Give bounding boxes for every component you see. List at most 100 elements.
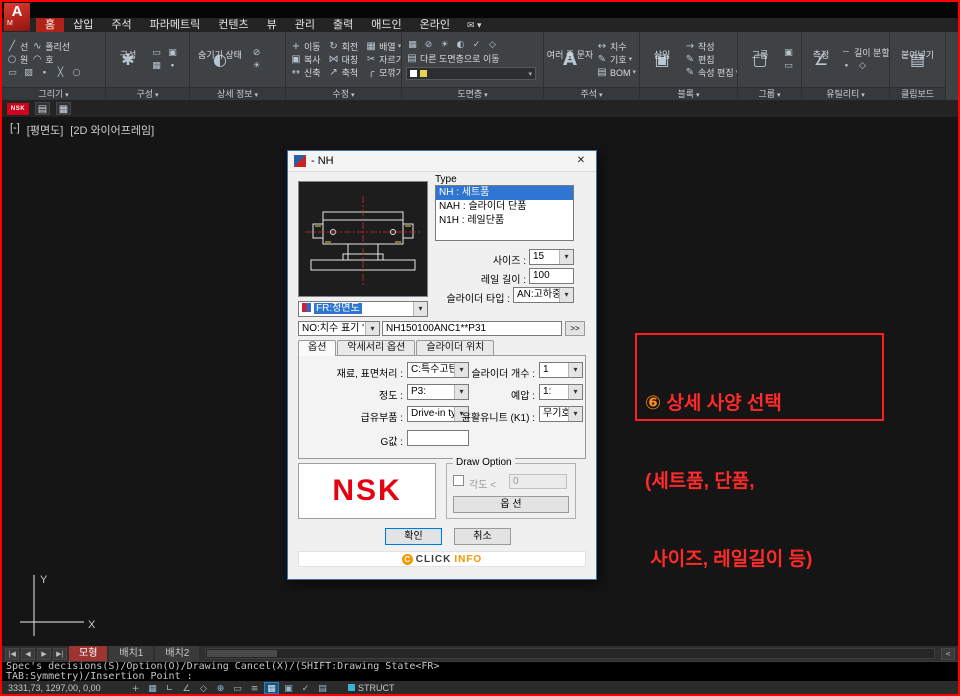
move-to-layer-tool[interactable]: 다른 도면층으로 이동: [406, 53, 500, 65]
compose-mini3-icon[interactable]: [150, 60, 163, 72]
arc-tool[interactable]: 호: [31, 54, 53, 66]
tab-annotate[interactable]: 주석: [102, 18, 140, 32]
snap-icon[interactable]: [145, 682, 160, 694]
hide-state-tool[interactable]: 숨기기 상태: [194, 50, 246, 69]
drawing-area[interactable]: [-] [평면도] [2D 와이어프레임] Y X ⑥ 상세 사양 선택 (세트…: [2, 117, 958, 646]
compose-mini4-icon[interactable]: [166, 60, 179, 72]
layout2-tab[interactable]: 배치2: [155, 646, 199, 661]
ortho-icon[interactable]: [162, 682, 177, 694]
list-icon[interactable]: [35, 102, 50, 115]
compose-mini1-icon[interactable]: [150, 47, 163, 59]
symbol-tool[interactable]: 기호: [596, 54, 636, 66]
tab-slider-position[interactable]: 슬라이더 위치: [416, 340, 494, 355]
layer-on-icon[interactable]: [438, 39, 451, 51]
xline-icon[interactable]: [54, 67, 67, 79]
layout1-tab[interactable]: 배치1: [109, 646, 153, 661]
grid-display-icon[interactable]: [264, 682, 279, 694]
ellipse-icon[interactable]: [70, 67, 83, 79]
tab-accessory[interactable]: 악세서리 옵션: [337, 340, 415, 355]
copy-tool[interactable]: 복사: [290, 54, 321, 66]
tab-parametric[interactable]: 파라메트릭: [141, 18, 210, 32]
dim-notation-select[interactable]: NO:치수 표기 ': [298, 321, 380, 336]
block-create-tool[interactable]: 작성: [684, 41, 737, 53]
detail-mini2-icon[interactable]: [250, 60, 263, 72]
autocad-mechanical-logo[interactable]: A M: [4, 3, 30, 31]
layer-props-icon[interactable]: [406, 39, 419, 51]
cancel-button[interactable]: 취소: [454, 528, 511, 545]
first-tab-icon[interactable]: |◀: [5, 648, 19, 660]
compose-tool[interactable]: 구성: [110, 50, 146, 69]
nsk-plugin-icon[interactable]: NSK: [7, 103, 29, 115]
lineweight-icon[interactable]: [247, 682, 262, 694]
scale-tool[interactable]: 축척: [328, 67, 359, 79]
selection-cycling-icon[interactable]: [298, 682, 313, 694]
viewport-menu-control[interactable]: [-]: [10, 122, 20, 138]
tab-output[interactable]: 출력: [324, 18, 362, 32]
viewport-style-control[interactable]: [2D 와이어프레임]: [70, 122, 154, 138]
panel-label-modify[interactable]: 수정: [286, 87, 401, 100]
panel-label-compose[interactable]: 구성: [106, 87, 189, 100]
g-value-input[interactable]: [407, 430, 469, 446]
otrack-icon[interactable]: [213, 682, 228, 694]
collapse-icon[interactable]: [941, 648, 955, 660]
detail-mini1-icon[interactable]: [250, 47, 263, 59]
panel-label-group[interactable]: 그룹: [738, 87, 801, 100]
current-layer-chip[interactable]: STRUCT: [348, 683, 395, 693]
panel-label-utility[interactable]: 유틸리티: [802, 87, 889, 100]
utility-mini2-icon[interactable]: [856, 60, 869, 72]
slider-type-select[interactable]: AN:고하중: [513, 287, 574, 303]
line-tool[interactable]: 선: [6, 41, 28, 53]
utility-mini1-icon[interactable]: [840, 60, 853, 72]
array-tool[interactable]: 배열: [365, 41, 401, 53]
panel-label-draw[interactable]: 그리기: [2, 87, 105, 100]
group-mini1-icon[interactable]: [782, 47, 795, 59]
slider-count-select[interactable]: 1: [539, 362, 583, 378]
dialog-titlebar[interactable]: - NH: [288, 151, 596, 172]
last-tab-icon[interactable]: ▶|: [53, 648, 67, 660]
bom-tool[interactable]: BOM: [596, 67, 636, 79]
tab-insert[interactable]: 삽입: [64, 18, 102, 32]
panel-label-detail[interactable]: 상세 정보: [190, 87, 285, 100]
block-edit-tool[interactable]: 편집: [684, 54, 737, 66]
type-option-rail[interactable]: N1H : 레일단품: [436, 214, 573, 228]
panel-label-clipboard[interactable]: 클립보드: [890, 87, 945, 100]
panel-label-annotate[interactable]: 주석: [544, 87, 639, 100]
dyn-input-icon[interactable]: [230, 682, 245, 694]
dimension-tool[interactable]: 치수: [596, 41, 636, 53]
viewport-view-control[interactable]: [평면도]: [27, 122, 63, 138]
option-button[interactable]: 옵 션: [453, 496, 569, 513]
group-tool[interactable]: 그룹: [742, 50, 778, 69]
rotate-tool[interactable]: 회전: [328, 41, 359, 53]
part-number-input[interactable]: NH150100ANC1**P31: [382, 321, 562, 336]
infer-icon[interactable]: [128, 682, 143, 694]
mirror-tool[interactable]: 대칭: [328, 54, 359, 66]
fillet-tool[interactable]: 모깎기: [365, 67, 401, 79]
tab-home[interactable]: 홈: [36, 18, 64, 32]
expand-button[interactable]: >>: [565, 321, 585, 336]
mtext-tool[interactable]: 여러 줄 문자: [548, 50, 592, 69]
stretch-tool[interactable]: 신축: [290, 67, 321, 79]
divide-tool[interactable]: 길이 분할: [840, 47, 889, 59]
type-option-slider[interactable]: NAH : 슬라이더 단품: [436, 200, 573, 214]
measure-tool[interactable]: 측정: [806, 50, 836, 69]
hatch-icon[interactable]: [22, 67, 35, 79]
annotation-scale-icon[interactable]: [315, 682, 330, 694]
close-icon[interactable]: [566, 151, 596, 171]
ok-button[interactable]: 확인: [385, 528, 442, 545]
layer-match-icon[interactable]: [486, 39, 499, 51]
tab-manage[interactable]: 관리: [286, 18, 324, 32]
next-tab-icon[interactable]: ▶: [37, 648, 51, 660]
point-icon[interactable]: [38, 67, 51, 79]
share-icon[interactable]: [459, 18, 490, 32]
rail-length-input[interactable]: 100: [529, 268, 574, 284]
angle-input[interactable]: 0: [509, 474, 567, 489]
tab-addin[interactable]: 애드인: [362, 18, 410, 32]
tab-online[interactable]: 온라인: [411, 18, 459, 32]
circle-tool[interactable]: 원: [6, 54, 28, 66]
osnap-icon[interactable]: [196, 682, 211, 694]
trim-tool[interactable]: 자르기: [365, 54, 401, 66]
rectangle-icon[interactable]: [6, 67, 19, 79]
quick-props-icon[interactable]: [281, 682, 296, 694]
paste-tool[interactable]: 붙여넣기: [896, 50, 940, 69]
prev-tab-icon[interactable]: ◀: [21, 648, 35, 660]
